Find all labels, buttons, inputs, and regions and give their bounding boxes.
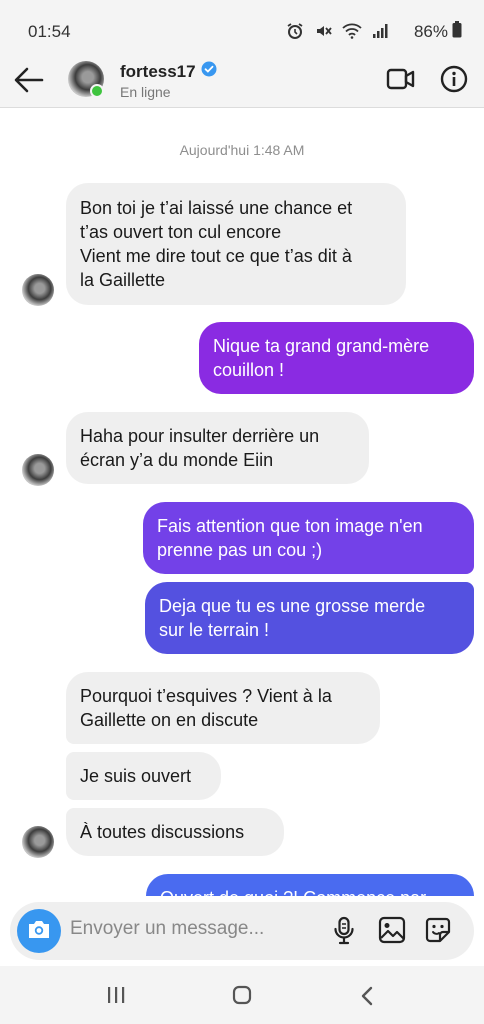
username[interactable]: fortess17 xyxy=(120,61,217,82)
chat-timestamp: Aujourd'hui 1:48 AM xyxy=(179,142,305,158)
online-indicator xyxy=(90,84,104,98)
gallery-icon[interactable] xyxy=(378,916,406,949)
video-call-icon[interactable] xyxy=(386,66,416,97)
message-text: Deja que tu es une grosse merde sur le t… xyxy=(159,596,426,640)
microphone-icon[interactable] xyxy=(332,916,356,951)
back-icon[interactable] xyxy=(360,986,374,1011)
message-text: Bon toi je t’ai laissé une chance et t’a… xyxy=(80,198,353,290)
signal-icon xyxy=(372,23,388,39)
message-bubble-received[interactable]: Pourquoi t’esquives ? Vient à la Gaillet… xyxy=(66,672,380,744)
camera-icon xyxy=(27,918,51,945)
battery-indicator: 86% xyxy=(414,21,462,43)
username-text: fortess17 xyxy=(120,61,196,81)
avatar[interactable] xyxy=(22,454,54,486)
system-nav-bar xyxy=(0,966,484,1024)
message-bubble-sent[interactable]: Deja que tu es une grosse merde sur le t… xyxy=(145,582,474,654)
mute-icon xyxy=(314,22,332,40)
camera-button[interactable] xyxy=(17,909,61,953)
avatar[interactable] xyxy=(22,274,54,306)
message-composer xyxy=(10,902,474,960)
verified-badge-icon xyxy=(201,61,217,82)
message-bubble-sent[interactable]: Fais attention que ton image n'en prenne… xyxy=(143,502,474,574)
sticker-icon[interactable] xyxy=(424,916,452,949)
message-text: Fais attention que ton image n'en prenne… xyxy=(157,516,423,560)
status-icons xyxy=(286,22,388,40)
message-text: À toutes discussions xyxy=(80,822,245,842)
avatar[interactable] xyxy=(22,826,54,858)
conversation-header: fortess17 En ligne xyxy=(0,52,484,108)
recent-apps-icon[interactable] xyxy=(106,986,126,1009)
message-text: Pourquoi t’esquives ? Vient à la Gaillet… xyxy=(80,686,332,730)
message-bubble-received[interactable]: Je suis ouvert xyxy=(66,752,221,800)
alarm-icon xyxy=(286,22,304,40)
message-text: Haha pour insulter derrière un écran y’a… xyxy=(80,426,320,470)
info-icon[interactable] xyxy=(440,65,468,98)
battery-icon xyxy=(452,21,462,43)
home-icon[interactable] xyxy=(232,985,252,1010)
composer-bar xyxy=(0,896,484,966)
message-bubble-sent[interactable]: Ouvert de quoi ?! Commence par xyxy=(146,874,474,898)
wifi-icon xyxy=(342,23,362,39)
message-bubble-received[interactable]: Bon toi je t’ai laissé une chance et t’a… xyxy=(66,183,406,305)
message-input[interactable] xyxy=(70,918,320,940)
message-bubble-received[interactable]: Haha pour insulter derrière un écran y’a… xyxy=(66,412,369,484)
message-bubble-received[interactable]: À toutes discussions xyxy=(66,808,284,856)
status-time: 01:54 xyxy=(28,22,71,41)
status-bar: 01:54 86% xyxy=(0,0,484,52)
battery-percent: 86% xyxy=(413,22,448,41)
message-text: Je suis ouvert xyxy=(80,766,192,786)
online-status: En ligne xyxy=(120,84,171,100)
back-arrow-icon[interactable] xyxy=(14,66,44,94)
message-bubble-sent[interactable]: Nique ta grand grand-mère couillon ! xyxy=(199,322,474,394)
message-text: Nique ta grand grand-mère couillon ! xyxy=(213,336,430,380)
message-thread[interactable]: Aujourd'hui 1:48 AM Bon toi je t’ai lais… xyxy=(0,108,484,898)
